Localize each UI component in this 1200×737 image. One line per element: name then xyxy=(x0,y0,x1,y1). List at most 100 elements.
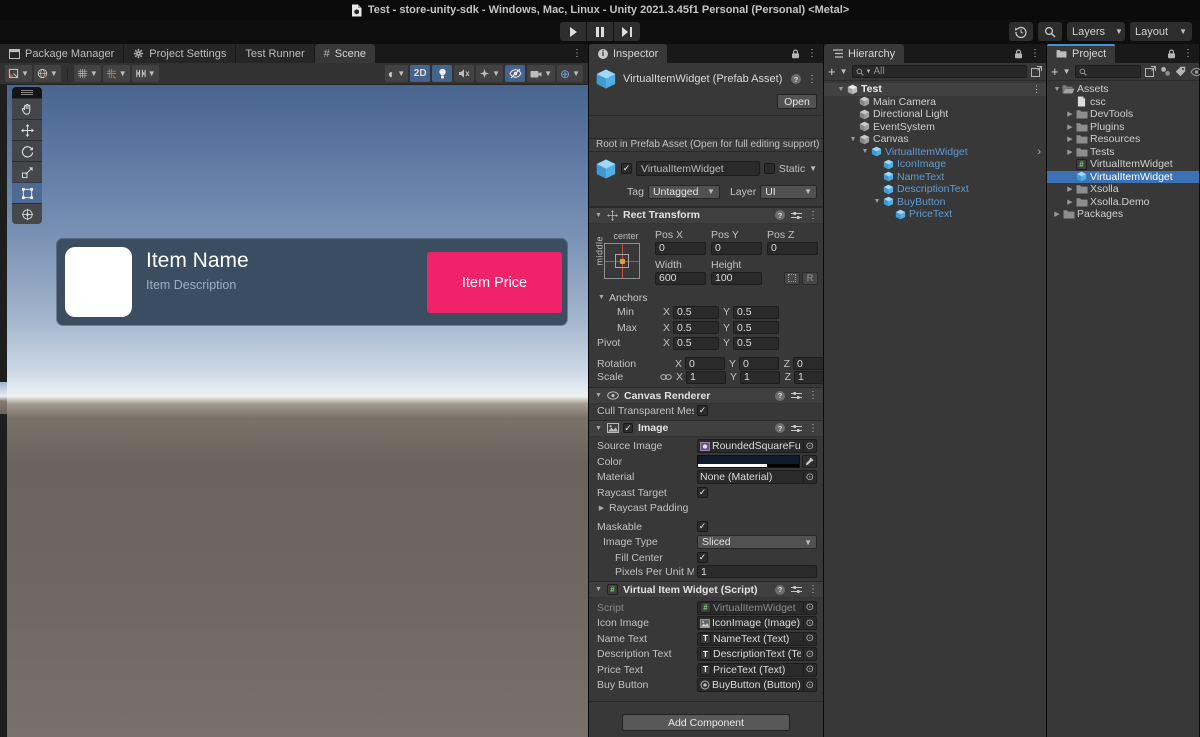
kebab-icon[interactable]: ⋮ xyxy=(808,390,818,401)
layout-dropdown[interactable]: Layout▼ xyxy=(1130,22,1192,41)
tab-package-manager[interactable]: Package Manager xyxy=(0,44,123,63)
cull-transparent-mesh-checkbox[interactable]: ✓ xyxy=(697,405,708,416)
kebab-icon[interactable]: ⋮ xyxy=(808,423,818,434)
foldout-icon[interactable]: ▼ xyxy=(597,294,606,301)
project-item-devtools[interactable]: ▶DevTools xyxy=(1047,108,1199,121)
foldout-icon[interactable]: ▼ xyxy=(836,86,846,93)
raw-edit-mode-button[interactable]: R xyxy=(802,272,818,285)
kebab-icon[interactable]: ⋮ xyxy=(1183,48,1193,59)
tab-scene[interactable]: # Scene xyxy=(315,44,375,63)
project-item-assets[interactable]: ▼Assets xyxy=(1047,83,1199,96)
anchor-preset-widget[interactable]: center middle xyxy=(595,229,647,289)
scene-effects-button[interactable]: ▼ xyxy=(476,65,503,82)
source-image-field[interactable]: RoundedSquareFull@ ⊙ xyxy=(697,439,817,453)
create-menu-button[interactable]: + xyxy=(828,67,836,77)
tab-hierarchy[interactable]: Hierarchy xyxy=(824,44,904,63)
object-field[interactable]: BuyButton (Button)⊙ xyxy=(697,678,817,692)
scene-lighting-button[interactable] xyxy=(432,65,452,82)
help-icon[interactable]: ? xyxy=(775,210,785,220)
hierarchy-item-pricetext[interactable]: PriceText xyxy=(824,208,1046,221)
scene-visibility-button[interactable] xyxy=(505,65,525,82)
scale-tool-button[interactable] xyxy=(12,161,42,182)
hidden-packages-icon[interactable] xyxy=(1190,67,1200,77)
anchor-min-y-field[interactable]: 0.5 xyxy=(733,306,779,319)
kebab-icon[interactable]: ⋮ xyxy=(807,48,817,59)
anchor-preset-box[interactable] xyxy=(604,243,640,279)
foldout-icon[interactable]: ▶ xyxy=(1065,185,1075,193)
kebab-icon[interactable]: ⋮ xyxy=(808,210,818,221)
object-picker-icon[interactable]: ⊙ xyxy=(803,680,814,691)
foldout-icon[interactable]: ▶ xyxy=(1065,198,1075,206)
project-item-plugins[interactable]: ▶Plugins xyxy=(1047,121,1199,134)
buy-button-preview[interactable]: Item Price xyxy=(427,252,562,313)
increment-snap-button[interactable]: ▼ xyxy=(132,65,159,82)
undo-history-button[interactable] xyxy=(1009,22,1033,41)
rotation-y-field[interactable]: 0 xyxy=(739,357,779,370)
foldout-icon[interactable]: ▶ xyxy=(597,504,606,512)
foldout-icon[interactable]: ▼ xyxy=(594,212,603,219)
gizmos-button[interactable]: ⊕ ▼ xyxy=(557,65,583,82)
search-window-icon[interactable] xyxy=(1145,66,1156,77)
image-enabled-checkbox[interactable]: ✓ xyxy=(623,423,633,433)
help-icon[interactable]: ? xyxy=(775,585,785,595)
image-type-dropdown[interactable]: Sliced▼ xyxy=(697,535,817,549)
presets-icon[interactable] xyxy=(791,391,802,400)
rotate-tool-button[interactable] xyxy=(12,140,42,161)
foldout-icon[interactable]: ▶ xyxy=(1052,210,1062,218)
filter-by-type-icon[interactable] xyxy=(1160,66,1171,77)
add-component-button[interactable]: Add Component xyxy=(622,714,790,731)
tool-handle-position-button[interactable]: ▼ xyxy=(5,65,32,82)
object-picker-icon[interactable]: ⊙ xyxy=(803,633,814,644)
grid-visibility-button[interactable]: ▼ xyxy=(74,65,101,82)
object-field[interactable]: TPriceText (Text)⊙ xyxy=(697,663,817,677)
object-picker-icon[interactable]: ⊙ xyxy=(803,618,814,629)
pause-button[interactable] xyxy=(587,22,613,41)
create-menu-button[interactable]: + xyxy=(1051,67,1059,77)
tool-handle-rotation-button[interactable]: ▼ xyxy=(34,65,61,82)
pivot-y-field[interactable]: 0.5 xyxy=(733,337,779,350)
hierarchy-item-test[interactable]: ▼Test⋮ xyxy=(824,83,1046,96)
pixels-per-unit-field[interactable]: 1 xyxy=(697,565,817,578)
search-button[interactable] xyxy=(1038,22,1062,41)
foldout-icon[interactable]: ▶ xyxy=(1065,110,1075,118)
hierarchy-search-input[interactable]: ▼ All xyxy=(852,65,1027,78)
static-checkbox[interactable] xyxy=(764,163,775,174)
hierarchy-item-iconimage[interactable]: IconImage xyxy=(824,158,1046,171)
view-tool-button[interactable] xyxy=(12,98,42,119)
chevron-down-icon[interactable]: ▼ xyxy=(1063,67,1071,76)
object-picker-icon[interactable]: ⊙ xyxy=(803,472,814,483)
project-item-packages[interactable]: ▶Packages xyxy=(1047,208,1199,221)
hierarchy-item-canvas[interactable]: ▼Canvas xyxy=(824,133,1046,146)
pos-z-field[interactable]: 0 xyxy=(767,242,818,255)
move-tool-button[interactable] xyxy=(12,119,42,140)
active-checkbox[interactable]: ✓ xyxy=(621,163,632,174)
hierarchy-item-buybutton[interactable]: ▼BuyButton xyxy=(824,196,1046,209)
kebab-icon[interactable]: ⋮ xyxy=(807,74,817,85)
lock-icon[interactable] xyxy=(791,49,800,59)
width-field[interactable]: 600 xyxy=(655,272,706,285)
hierarchy-item-nametext[interactable]: NameText xyxy=(824,171,1046,184)
help-icon[interactable]: ? xyxy=(775,423,785,433)
rotation-z-field[interactable]: 0 xyxy=(793,357,823,370)
hierarchy-item-virtualitemwidget[interactable]: ▼VirtualItemWidget› xyxy=(824,146,1046,159)
expand-children-icon[interactable]: › xyxy=(1037,147,1041,157)
transform-tool-button[interactable] xyxy=(12,203,42,224)
kebab-icon[interactable]: ⋮ xyxy=(572,48,582,59)
object-picker-icon[interactable]: ⊙ xyxy=(803,649,814,660)
anchor-min-x-field[interactable]: 0.5 xyxy=(673,306,719,319)
kebab-icon[interactable]: ⋮ xyxy=(1032,84,1041,95)
height-field[interactable]: 100 xyxy=(711,272,762,285)
play-button[interactable] xyxy=(560,22,586,41)
lock-icon[interactable] xyxy=(1014,49,1023,59)
static-dropdown-icon[interactable]: ▼ xyxy=(809,164,817,173)
project-item-tests[interactable]: ▶Tests xyxy=(1047,146,1199,159)
rotation-x-field[interactable]: 0 xyxy=(685,357,725,370)
gameobject-name-field[interactable]: VirtualItemWidget xyxy=(636,161,760,176)
tab-project[interactable]: Project xyxy=(1047,44,1115,63)
fill-center-checkbox[interactable]: ✓ xyxy=(697,552,708,563)
project-item-csc[interactable]: csc xyxy=(1047,96,1199,109)
maskable-checkbox[interactable]: ✓ xyxy=(697,521,708,532)
scene-camera-button[interactable]: ▼ xyxy=(527,65,555,82)
kebab-icon[interactable]: ⋮ xyxy=(808,584,818,595)
project-item-virtualitemwidget[interactable]: #VirtualItemWidget xyxy=(1047,158,1199,171)
